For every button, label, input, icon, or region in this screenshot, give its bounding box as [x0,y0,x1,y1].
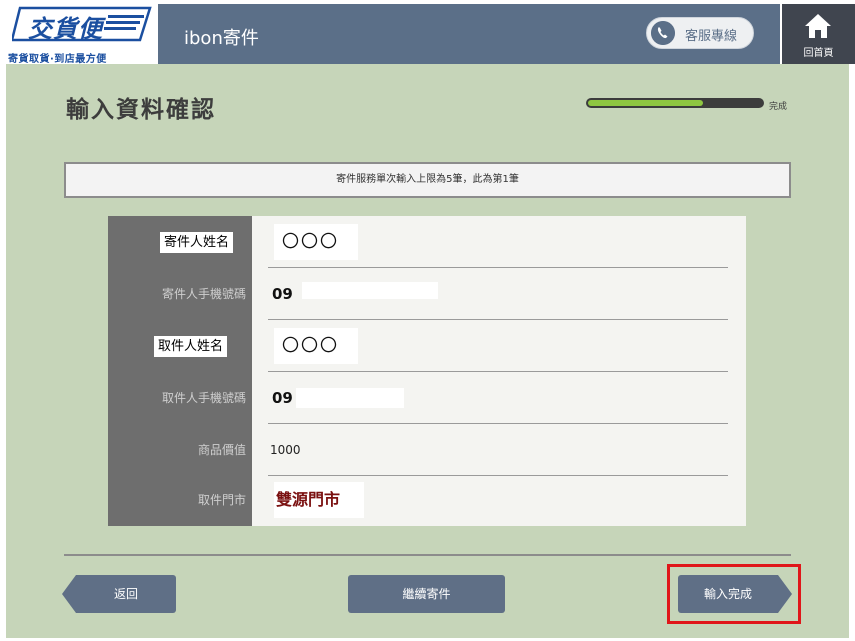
sender-name-label: 寄件人姓名 [160,232,234,253]
header: 交貨便 寄貨取貨·到店最方便 ibon寄件 客服專線 回首頁 [0,0,855,65]
logo-subtitle: 寄貨取貨·到店最方便 [8,54,107,65]
phone-icon [651,21,675,45]
progress-label: 完成 [769,102,788,112]
home-button[interactable]: 回首頁 [782,4,855,64]
progress-dot [746,112,750,116]
row-recipient-phone: 取件人手機號碼 09 [108,372,746,424]
progress-dot [726,112,730,116]
logo: 交貨便 寄貨取貨·到店最方便 [6,6,156,65]
sender-name-value: 〇〇〇 [282,232,339,252]
topbar: ibon寄件 客服專線 [158,4,780,64]
back-button[interactable]: 返回 [62,575,176,613]
recipient-phone-value: 09 [272,389,293,407]
customer-service-label: 客服專線 [685,29,738,44]
notice-banner: 寄件服務單次輸入上限為5筆，此為第1筆 [64,162,791,198]
logo-title: 交貨便 [28,14,103,43]
progress-dot [706,112,710,116]
sender-phone-value: 09 [272,285,293,303]
recipient-name-value: 〇〇〇 [282,336,339,356]
highlight-frame [667,564,801,624]
pickup-store-value: 雙源門市 [276,490,341,509]
pickup-store-label: 取件門市 [197,493,246,507]
progress-track [586,98,764,116]
back-arrow-icon [62,575,76,613]
main-panel: 輸入資料確認 完成 寄件服務單次輸入上限為5筆，此為第1筆 寄件人姓名 〇〇〇 … [6,64,849,638]
progress-fill [588,100,703,106]
home-icon [805,14,831,38]
row-pickup-store: 取件門市 雙源門市 [108,474,746,526]
sender-phone-label: 寄件人手機號碼 [161,287,246,301]
item-value-label: 商品價值 [197,443,246,457]
progress-dot [716,112,720,116]
page-title: 輸入資料確認 [66,97,216,123]
confirmation-form: 寄件人姓名 〇〇〇 寄件人手機號碼 09 取件人姓名 〇〇〇 取件人手機號碼 0… [108,216,746,526]
row-label: 取件人姓名 [108,320,246,372]
row-item-value: 商品價值 1000 [108,424,746,476]
customer-service-button[interactable]: 客服專線 [646,17,754,49]
progress-dots [706,101,764,116]
value-box [302,282,438,299]
topbar-title: ibon寄件 [184,28,259,49]
back-button-label: 返回 [113,587,138,601]
recipient-name-label: 取件人姓名 [154,336,228,357]
row-sender-name: 寄件人姓名 〇〇〇 [108,216,746,268]
row-sender-phone: 寄件人手機號碼 09 [108,268,746,320]
bottom-divider [64,554,791,556]
recipient-phone-label: 取件人手機號碼 [161,391,246,405]
progress-dot [736,112,740,116]
home-label: 回首頁 [803,48,834,59]
progress-bar [586,98,766,116]
item-value-value: 1000 [270,443,301,457]
continue-sending-label: 繼續寄件 [402,587,451,601]
row-label: 寄件人姓名 [108,216,246,268]
value-box [296,388,404,408]
continue-sending-button[interactable]: 繼續寄件 [348,575,505,613]
row-recipient-name: 取件人姓名 〇〇〇 [108,320,746,372]
